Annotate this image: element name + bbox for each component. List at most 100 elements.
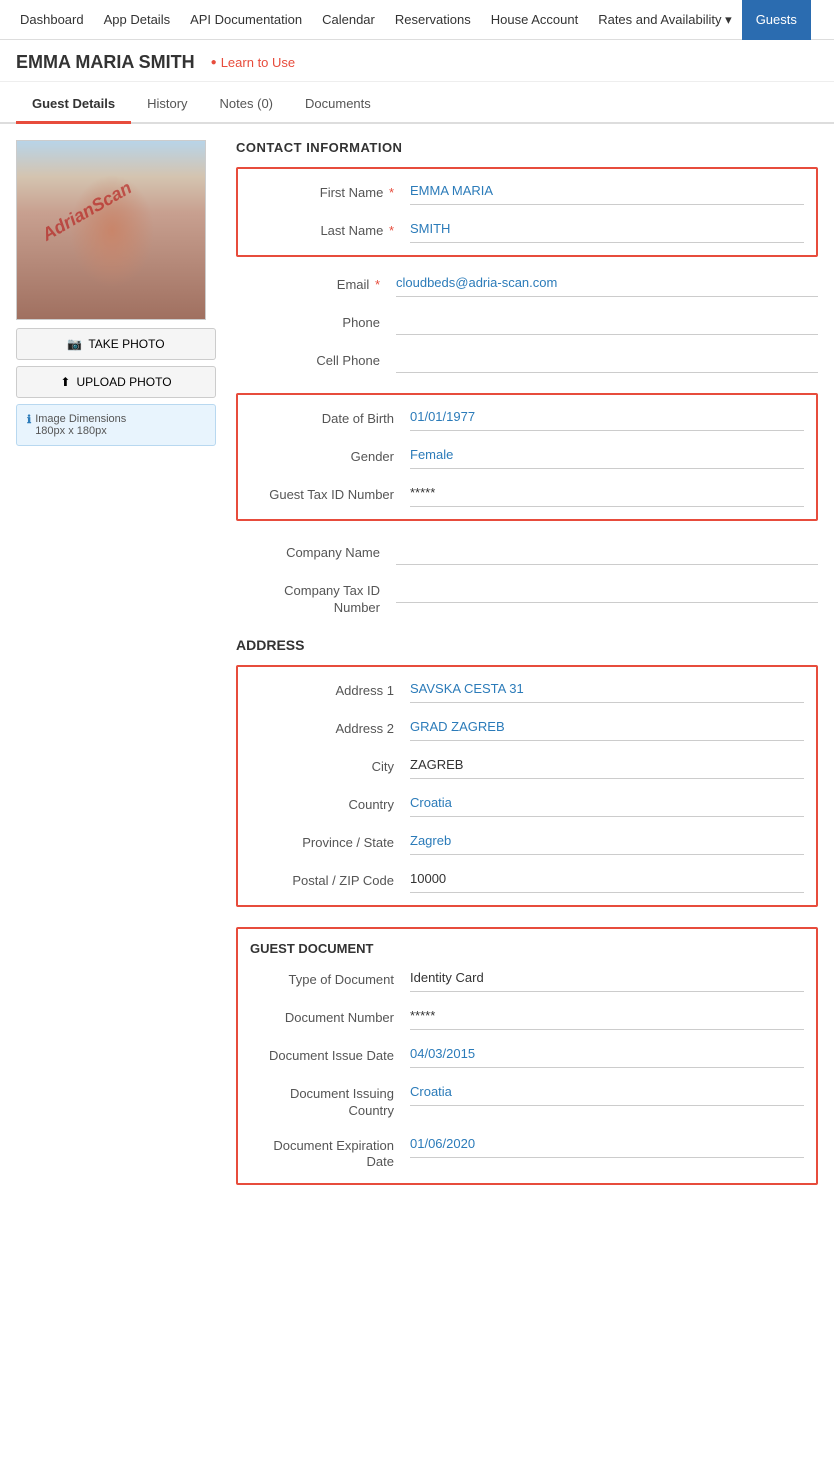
company-name-label: Company Name: [236, 541, 396, 560]
nav-app-details[interactable]: App Details: [94, 0, 180, 40]
dob-row: Date of Birth 01/01/1977: [250, 407, 804, 431]
country-value[interactable]: Croatia: [410, 793, 804, 817]
doc-type-value[interactable]: Identity Card: [410, 968, 804, 992]
left-panel: AdrianScan 📷 TAKE PHOTO ⬆ UPLOAD PHOTO ℹ…: [16, 140, 216, 1205]
address2-label: Address 2: [250, 717, 410, 736]
province-label: Province / State: [250, 831, 410, 850]
company-name-row: Company Name: [236, 541, 818, 565]
first-name-label: First Name *: [250, 181, 410, 200]
image-info-title: Image Dimensions: [35, 413, 126, 425]
page-title: EMMA MARIA SMITH: [16, 52, 195, 73]
photo-image: AdrianScan: [17, 141, 205, 319]
email-label: Email *: [236, 273, 396, 292]
address1-row: Address 1 SAVSKA CESTA 31: [250, 679, 804, 703]
doc-issue-date-value[interactable]: 04/03/2015: [410, 1044, 804, 1068]
upload-photo-label: UPLOAD PHOTO: [76, 375, 171, 389]
tab-documents[interactable]: Documents: [289, 86, 387, 124]
postal-value[interactable]: 10000: [410, 869, 804, 893]
province-row: Province / State Zagreb: [250, 831, 804, 855]
address2-row: Address 2 GRAD ZAGREB: [250, 717, 804, 741]
main-content: AdrianScan 📷 TAKE PHOTO ⬆ UPLOAD PHOTO ℹ…: [0, 124, 834, 1221]
camera-icon: 📷: [67, 337, 82, 351]
company-tax-value[interactable]: [396, 579, 818, 603]
address-section: ADDRESS Address 1 SAVSKA CESTA 31 Addres…: [236, 637, 818, 907]
company-section: Company Name Company Tax IDNumber: [236, 541, 818, 617]
doc-expiry-row: Document ExpirationDate 01/06/2020: [250, 1134, 804, 1172]
nav-calendar[interactable]: Calendar: [312, 0, 385, 40]
phone-row: Phone: [236, 311, 818, 335]
first-name-value[interactable]: EMMA MARIA: [410, 181, 804, 205]
doc-issuing-country-row: Document IssuingCountry Croatia: [250, 1082, 804, 1120]
last-name-value[interactable]: SMITH: [410, 219, 804, 243]
tax-id-value[interactable]: *****: [410, 483, 804, 507]
address-section-title: ADDRESS: [236, 637, 818, 653]
nav-house-account[interactable]: House Account: [481, 0, 588, 40]
cell-phone-value[interactable]: [396, 349, 818, 373]
province-value[interactable]: Zagreb: [410, 831, 804, 855]
take-photo-button[interactable]: 📷 TAKE PHOTO: [16, 328, 216, 360]
contact-information-section: CONTACT INFORMATION First Name * EMMA MA…: [236, 140, 818, 373]
nav-reservations[interactable]: Reservations: [385, 0, 481, 40]
dob-value[interactable]: 01/01/1977: [410, 407, 804, 431]
tab-bar: Guest Details History Notes (0) Document…: [0, 86, 834, 124]
guest-document-section: GUEST DOCUMENT Type of Document Identity…: [236, 927, 818, 1186]
right-panel: CONTACT INFORMATION First Name * EMMA MA…: [236, 140, 818, 1205]
phone-label: Phone: [236, 311, 396, 330]
name-bordered-section: First Name * EMMA MARIA Last Name * SMIT…: [236, 167, 818, 257]
tab-history[interactable]: History: [131, 86, 203, 124]
city-row: City ZAGREB: [250, 755, 804, 779]
last-name-label: Last Name *: [250, 219, 410, 238]
address-bordered-section: Address 1 SAVSKA CESTA 31 Address 2 GRAD…: [236, 665, 818, 907]
postal-row: Postal / ZIP Code 10000: [250, 869, 804, 893]
guest-photo: AdrianScan: [16, 140, 206, 320]
email-value[interactable]: cloudbeds@adria-scan.com: [396, 273, 818, 297]
cell-phone-row: Cell Phone: [236, 349, 818, 373]
phone-value[interactable]: [396, 311, 818, 335]
address1-label: Address 1: [250, 679, 410, 698]
address1-value[interactable]: SAVSKA CESTA 31: [410, 679, 804, 703]
doc-number-row: Document Number *****: [250, 1006, 804, 1030]
doc-number-value[interactable]: *****: [410, 1006, 804, 1030]
doc-type-row: Type of Document Identity Card: [250, 968, 804, 992]
doc-expiry-label: Document ExpirationDate: [250, 1134, 410, 1172]
tax-id-row: Guest Tax ID Number *****: [250, 483, 804, 507]
nav-api-documentation[interactable]: API Documentation: [180, 0, 312, 40]
tab-guest-details[interactable]: Guest Details: [16, 86, 131, 124]
top-navigation: Dashboard App Details API Documentation …: [0, 0, 834, 40]
gender-value[interactable]: Female: [410, 445, 804, 469]
doc-expiry-value[interactable]: 01/06/2020: [410, 1134, 804, 1158]
tab-notes[interactable]: Notes (0): [204, 86, 289, 124]
address2-value[interactable]: GRAD ZAGREB: [410, 717, 804, 741]
info-icon: ℹ: [27, 413, 31, 426]
upload-photo-button[interactable]: ⬆ UPLOAD PHOTO: [16, 366, 216, 398]
doc-issue-date-label: Document Issue Date: [250, 1044, 410, 1063]
take-photo-label: TAKE PHOTO: [88, 337, 164, 351]
first-name-row: First Name * EMMA MARIA: [250, 181, 804, 205]
doc-issue-date-row: Document Issue Date 04/03/2015: [250, 1044, 804, 1068]
photo-watermark: AdrianScan: [38, 177, 135, 245]
guest-doc-bordered-section: GUEST DOCUMENT Type of Document Identity…: [236, 927, 818, 1186]
doc-issuing-country-value[interactable]: Croatia: [410, 1082, 804, 1106]
personal-bordered-section: Date of Birth 01/01/1977 Gender Female G…: [236, 393, 818, 521]
city-label: City: [250, 755, 410, 774]
personal-info-section: Date of Birth 01/01/1977 Gender Female G…: [236, 393, 818, 521]
doc-type-label: Type of Document: [250, 968, 410, 987]
learn-to-use-link[interactable]: Learn to Use: [211, 55, 295, 70]
image-dimensions-info: ℹ Image Dimensions 180px x 180px: [16, 404, 216, 446]
company-name-value[interactable]: [396, 541, 818, 565]
nav-rates-availability[interactable]: Rates and Availability ▾: [588, 0, 741, 40]
email-row: Email * cloudbeds@adria-scan.com: [236, 273, 818, 297]
company-tax-label: Company Tax IDNumber: [236, 579, 396, 617]
nav-dashboard[interactable]: Dashboard: [10, 0, 94, 40]
image-info-value: 180px x 180px: [35, 425, 126, 437]
gender-row: Gender Female: [250, 445, 804, 469]
last-name-required: *: [389, 223, 394, 238]
doc-number-label: Document Number: [250, 1006, 410, 1025]
nav-guests[interactable]: Guests: [742, 0, 811, 40]
first-name-required: *: [389, 185, 394, 200]
last-name-row: Last Name * SMITH: [250, 219, 804, 243]
dob-label: Date of Birth: [250, 407, 410, 426]
city-value[interactable]: ZAGREB: [410, 755, 804, 779]
tax-id-label: Guest Tax ID Number: [250, 483, 410, 502]
doc-issuing-country-label: Document IssuingCountry: [250, 1082, 410, 1120]
